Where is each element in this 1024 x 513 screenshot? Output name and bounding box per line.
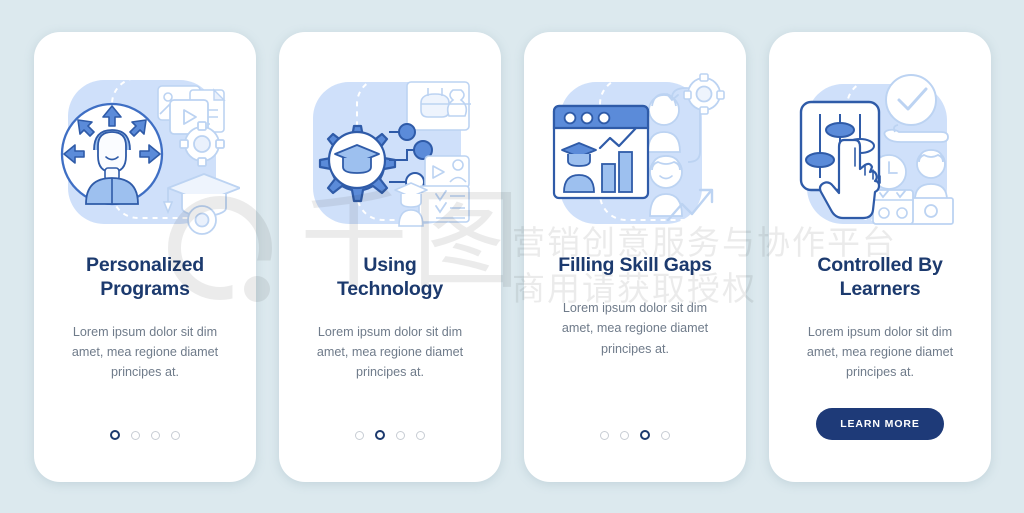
screen-card-using-technology[interactable]: Using Technology Lorem ipsum dolor sit di… xyxy=(279,32,501,482)
screen-card-personalized-programs[interactable]: Personalized Programs Lorem ipsum dolor s… xyxy=(34,32,256,482)
card-footer xyxy=(279,430,501,482)
card-body-text: Lorem ipsum dolor sit dim amet, mea regi… xyxy=(316,324,464,380)
browser-window-bar-chart-icon xyxy=(552,73,725,224)
card-title: Controlled By Learners xyxy=(817,254,943,300)
pagination-dot-4[interactable] xyxy=(661,430,670,440)
card-footer xyxy=(34,430,256,482)
screen-card-controlled-by-learners[interactable]: Controlled By Learners Lorem ipsum dolor … xyxy=(769,32,991,482)
pagination-dot-1[interactable] xyxy=(355,430,364,440)
pagination-dot-4[interactable] xyxy=(171,430,180,440)
pagination-dot-1[interactable] xyxy=(110,430,120,440)
titles-block: Controlled By Learners Lorem ipsum dolor … xyxy=(769,254,991,383)
pagination-dot-3[interactable] xyxy=(151,430,160,440)
pagination-dot-2[interactable] xyxy=(375,430,385,440)
pagination-dot-1[interactable] xyxy=(600,430,609,440)
screen-card-filling-skill-gaps[interactable]: Filling Skill Gaps Lorem ipsum dolor sit… xyxy=(524,32,746,482)
card-body-text: Lorem ipsum dolor sit dim amet, mea regi… xyxy=(71,324,219,380)
pagination-dots[interactable] xyxy=(600,430,670,440)
pagination-dot-3[interactable] xyxy=(640,430,650,440)
pagination-dot-2[interactable] xyxy=(131,430,140,440)
onboarding-screens-mockup: 千图 营销创意服务与协作平台 商用请获取授权 xyxy=(0,0,1024,513)
card-body-text: Lorem ipsum dolor sit dim amet, mea regi… xyxy=(561,300,709,356)
gear-with-graduation-cap-icon xyxy=(313,77,471,227)
pagination-dot-4[interactable] xyxy=(416,430,425,440)
card-footer: LEARN MORE xyxy=(769,408,991,482)
pagination-dots[interactable] xyxy=(110,430,180,440)
card-title: Using Technology xyxy=(337,254,443,300)
titles-block: Personalized Programs Lorem ipsum dolor s… xyxy=(34,254,256,383)
illustration-controlled-by-learners xyxy=(769,32,991,254)
pagination-dot-2[interactable] xyxy=(620,430,629,440)
illustration-personalized-programs xyxy=(34,32,256,254)
card-footer xyxy=(524,430,746,482)
illustration-filling-skill-gaps xyxy=(524,32,746,254)
learn-more-button[interactable]: LEARN MORE xyxy=(816,408,944,440)
pagination-dots[interactable] xyxy=(355,430,425,440)
screen-list: Personalized Programs Lorem ipsum dolor s… xyxy=(0,0,1024,513)
titles-block: Filling Skill Gaps Lorem ipsum dolor sit… xyxy=(524,254,746,359)
titles-block: Using Technology Lorem ipsum dolor sit di… xyxy=(279,254,501,383)
card-title: Filling Skill Gaps xyxy=(558,254,712,276)
card-title: Personalized Programs xyxy=(86,254,204,300)
pagination-dot-3[interactable] xyxy=(396,430,405,440)
illustration-using-technology xyxy=(279,32,501,254)
person-in-circle-with-arrows-icon xyxy=(60,77,240,235)
slider-panel-pointing-hand-icon xyxy=(799,74,962,225)
card-body-text: Lorem ipsum dolor sit dim amet, mea regi… xyxy=(806,324,954,380)
